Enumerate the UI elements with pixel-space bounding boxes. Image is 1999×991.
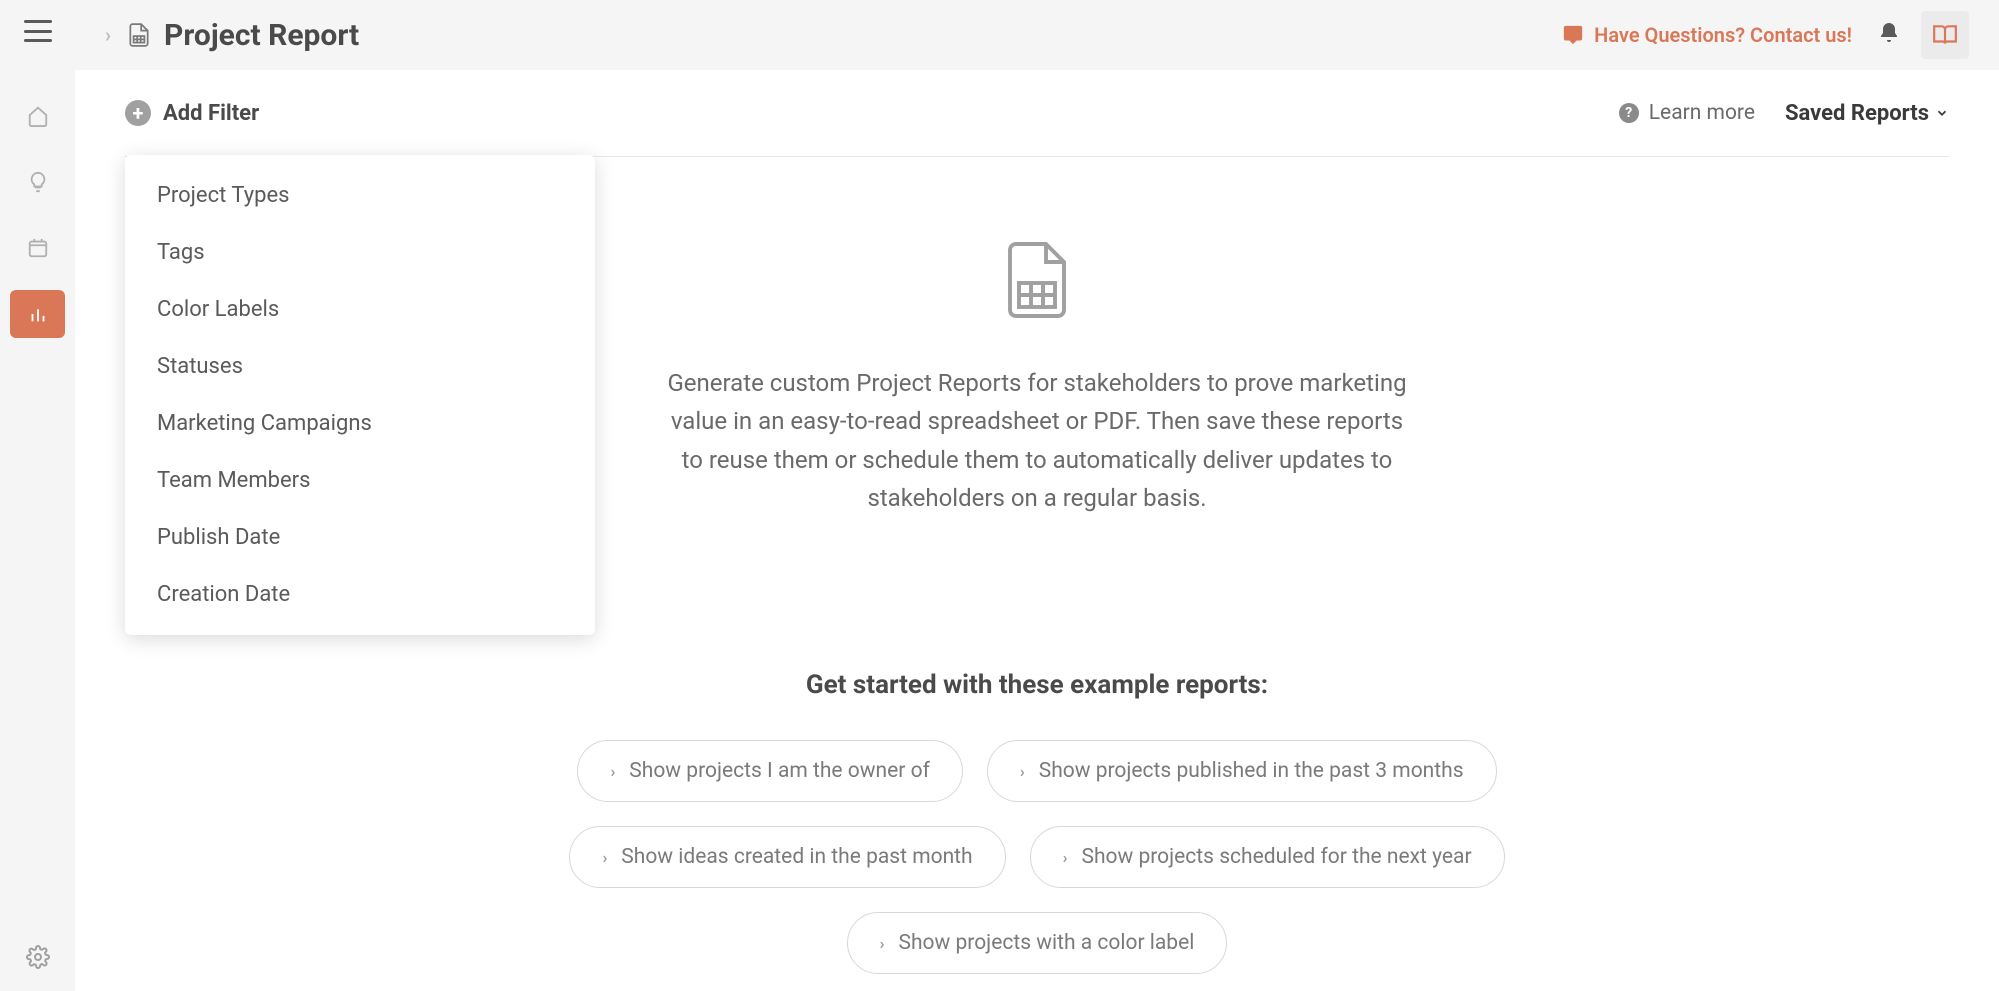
- filter-dropdown: Project Types Tags Color Labels Statuses…: [125, 155, 595, 635]
- chevron-right-icon: ›: [610, 762, 615, 781]
- book-open-icon: [1932, 22, 1958, 48]
- plus-circle-icon: +: [125, 100, 151, 126]
- filter-option-color-labels[interactable]: Color Labels: [125, 281, 595, 338]
- filter-option-statuses[interactable]: Statuses: [125, 338, 595, 395]
- example-btn-label: Show projects published in the past 3 mo…: [1039, 759, 1464, 783]
- chevron-right-icon: ›: [1063, 848, 1068, 867]
- help-guide-button[interactable]: [1921, 11, 1969, 59]
- filter-option-creation-date[interactable]: Creation Date: [125, 566, 595, 623]
- bar-chart-icon: [27, 303, 49, 325]
- home-icon: [27, 105, 49, 127]
- example-btn-owner[interactable]: › Show projects I am the owner of: [577, 740, 962, 802]
- contact-us-link[interactable]: Have Questions? Contact us!: [1562, 23, 1852, 47]
- breadcrumb-caret-icon[interactable]: ›: [105, 23, 111, 47]
- example-btn-label: Show projects I am the owner of: [629, 759, 930, 783]
- nav-ideas[interactable]: [10, 158, 65, 206]
- filter-option-marketing-campaigns[interactable]: Marketing Campaigns: [125, 395, 595, 452]
- filter-option-team-members[interactable]: Team Members: [125, 452, 595, 509]
- filter-option-publish-date[interactable]: Publish Date: [125, 509, 595, 566]
- nav-home[interactable]: [10, 92, 65, 140]
- report-icon: [126, 22, 152, 48]
- learn-more-link[interactable]: ? Learn more: [1619, 101, 1755, 125]
- example-btn-label: Show ideas created in the past month: [621, 845, 972, 869]
- gear-icon: [26, 945, 50, 969]
- spreadsheet-file-icon: [667, 240, 1407, 324]
- saved-reports-label: Saved Reports: [1785, 101, 1929, 126]
- examples-section: Get started with these example reports: …: [537, 670, 1537, 974]
- content-area: + Add Filter ? Learn more Saved Reports …: [75, 70, 1999, 991]
- main-area: › Project Report Have Questions? Contact…: [75, 0, 1999, 991]
- learn-more-label: Learn more: [1649, 101, 1755, 125]
- example-btn-ideas-past-month[interactable]: › Show ideas created in the past month: [569, 826, 1005, 888]
- page-title: Project Report: [164, 18, 359, 53]
- notifications-button[interactable]: [1877, 21, 1901, 49]
- calendar-icon: [27, 237, 49, 259]
- add-filter-button[interactable]: + Add Filter: [125, 100, 259, 126]
- examples-heading: Get started with these example reports:: [537, 670, 1537, 700]
- chevron-right-icon: ›: [880, 934, 885, 953]
- nav-settings[interactable]: [26, 945, 50, 973]
- sidebar-nav: [0, 0, 75, 991]
- example-buttons-container: › Show projects I am the owner of › Show…: [537, 740, 1537, 974]
- hamburger-menu-icon[interactable]: [24, 20, 52, 42]
- bell-icon: [1877, 21, 1901, 45]
- contact-us-label: Have Questions? Contact us!: [1594, 23, 1852, 47]
- content-header: + Add Filter ? Learn more Saved Reports: [125, 100, 1949, 157]
- empty-state-description: Generate custom Project Reports for stak…: [667, 364, 1407, 518]
- lightbulb-icon: [27, 171, 49, 193]
- top-header: › Project Report Have Questions? Contact…: [75, 0, 1999, 70]
- example-btn-published-3-months[interactable]: › Show projects published in the past 3 …: [987, 740, 1497, 802]
- filter-option-tags[interactable]: Tags: [125, 224, 595, 281]
- saved-reports-dropdown[interactable]: Saved Reports: [1785, 101, 1949, 126]
- chat-icon: [1562, 24, 1584, 46]
- help-circle-icon: ?: [1619, 103, 1639, 123]
- chevron-right-icon: ›: [602, 848, 607, 867]
- filter-option-project-types[interactable]: Project Types: [125, 167, 595, 224]
- example-btn-scheduled-next-year[interactable]: › Show projects scheduled for the next y…: [1030, 826, 1505, 888]
- example-btn-color-label[interactable]: › Show projects with a color label: [847, 912, 1228, 974]
- nav-reports[interactable]: [10, 290, 65, 338]
- chevron-right-icon: ›: [1020, 762, 1025, 781]
- example-btn-label: Show projects with a color label: [898, 931, 1194, 955]
- empty-state: Generate custom Project Reports for stak…: [667, 240, 1407, 518]
- nav-calendar[interactable]: [10, 224, 65, 272]
- example-btn-label: Show projects scheduled for the next yea…: [1081, 845, 1471, 869]
- add-filter-label: Add Filter: [163, 101, 259, 126]
- chevron-down-icon: [1935, 106, 1949, 120]
